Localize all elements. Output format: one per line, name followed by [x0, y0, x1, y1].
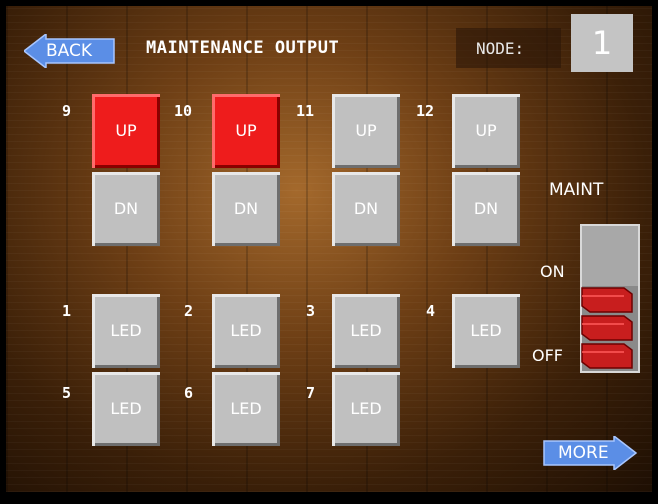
- maint-switch-off-label: OFF: [532, 346, 563, 365]
- led-2-button[interactable]: LED: [212, 294, 280, 368]
- led-number: 6: [184, 384, 194, 402]
- output-number: 12: [416, 102, 435, 120]
- output-12-dn-button[interactable]: DN: [452, 172, 520, 246]
- led-number: 1: [62, 302, 72, 320]
- hmi-screen: BACK MAINTENANCE OUTPUT NODE: 1 9 10 11 …: [6, 6, 652, 492]
- switch-handle-icon: [581, 287, 633, 369]
- led-4-button[interactable]: LED: [452, 294, 520, 368]
- led-number: 4: [426, 302, 436, 320]
- more-button-label: MORE: [558, 443, 609, 463]
- back-button-label: BACK: [46, 41, 93, 61]
- led-1-button[interactable]: LED: [92, 294, 160, 368]
- led-number: 3: [306, 302, 316, 320]
- back-button[interactable]: BACK: [24, 34, 116, 68]
- led-number: 5: [62, 384, 72, 402]
- led-number: 2: [184, 302, 194, 320]
- maint-toggle-switch[interactable]: [574, 286, 634, 372]
- output-9-up-button[interactable]: UP: [92, 94, 160, 168]
- output-9-dn-button[interactable]: DN: [92, 172, 160, 246]
- output-number: 9: [62, 102, 72, 120]
- output-12-up-button[interactable]: UP: [452, 94, 520, 168]
- maint-switch-label: MAINT: [549, 180, 604, 200]
- maint-switch-track: [582, 226, 638, 286]
- led-7-button[interactable]: LED: [332, 372, 400, 446]
- node-number-display[interactable]: 1: [571, 14, 633, 72]
- output-number: 11: [296, 102, 315, 120]
- node-label: NODE:: [476, 39, 525, 58]
- output-11-up-button[interactable]: UP: [332, 94, 400, 168]
- led-3-button[interactable]: LED: [332, 294, 400, 368]
- more-button[interactable]: MORE: [542, 436, 638, 470]
- output-10-dn-button[interactable]: DN: [212, 172, 280, 246]
- page-title: MAINTENANCE OUTPUT: [146, 38, 340, 58]
- led-6-button[interactable]: LED: [212, 372, 280, 446]
- output-11-dn-button[interactable]: DN: [332, 172, 400, 246]
- maint-switch-on-label: ON: [540, 262, 565, 281]
- output-10-up-button[interactable]: UP: [212, 94, 280, 168]
- led-number: 7: [306, 384, 316, 402]
- output-number: 10: [174, 102, 193, 120]
- led-5-button[interactable]: LED: [92, 372, 160, 446]
